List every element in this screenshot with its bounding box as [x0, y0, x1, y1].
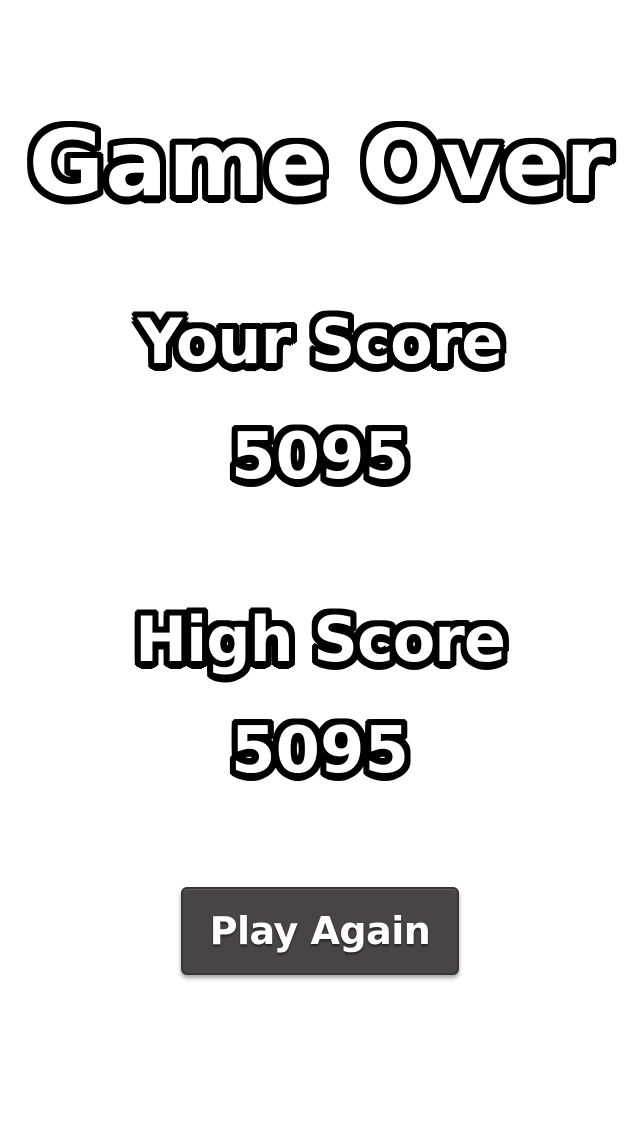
- high-score-label: High Score: [135, 603, 506, 676]
- play-again-button-label: Play Again: [209, 909, 431, 953]
- play-again-button[interactable]: Play Again: [181, 887, 459, 975]
- your-score-value: 5095: [230, 420, 410, 494]
- high-score-value: 5095: [230, 714, 410, 788]
- game-over-title: Game Over: [28, 110, 612, 217]
- your-score-label: Your Score: [137, 305, 504, 378]
- game-over-screen: Game Over Your Score 5095 High Score 509…: [0, 0, 640, 1136]
